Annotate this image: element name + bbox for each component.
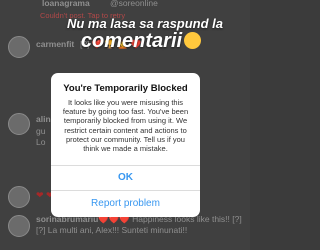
avatar[interactable]: [8, 36, 30, 58]
dialog-message: It looks like you were misusing this fea…: [62, 98, 189, 154]
mention-link[interactable]: @soreonline: [110, 0, 158, 9]
comment-username[interactable]: alin: [36, 114, 51, 124]
overlay-caption: Nu ma lasa sa raspund la: [66, 16, 224, 31]
comment-text: ❤️❤️❤️ Happiness looks like this!! [?][?…: [36, 214, 242, 235]
ok-button[interactable]: OK: [51, 165, 200, 190]
comment-row: sorinabrumariu ❤️❤️❤️ Happiness looks li…: [0, 213, 250, 250]
comment-text: gu Lo: [36, 126, 46, 147]
overlay-caption-word: comentarii: [80, 30, 183, 52]
comment-username[interactable]: loanagrama: [42, 0, 90, 8]
temporarily-blocked-dialog: You're Temporarily Blocked It looks like…: [51, 73, 200, 217]
overlay-caption-large: comentarii: [46, 30, 236, 53]
laughing-emoji-icon: [184, 32, 202, 49]
report-problem-button[interactable]: Report problem: [51, 190, 200, 217]
avatar[interactable]: [8, 215, 30, 237]
dialog-title: You're Temporarily Blocked: [63, 83, 188, 94]
avatar[interactable]: [8, 186, 30, 208]
avatar[interactable]: [8, 113, 30, 135]
